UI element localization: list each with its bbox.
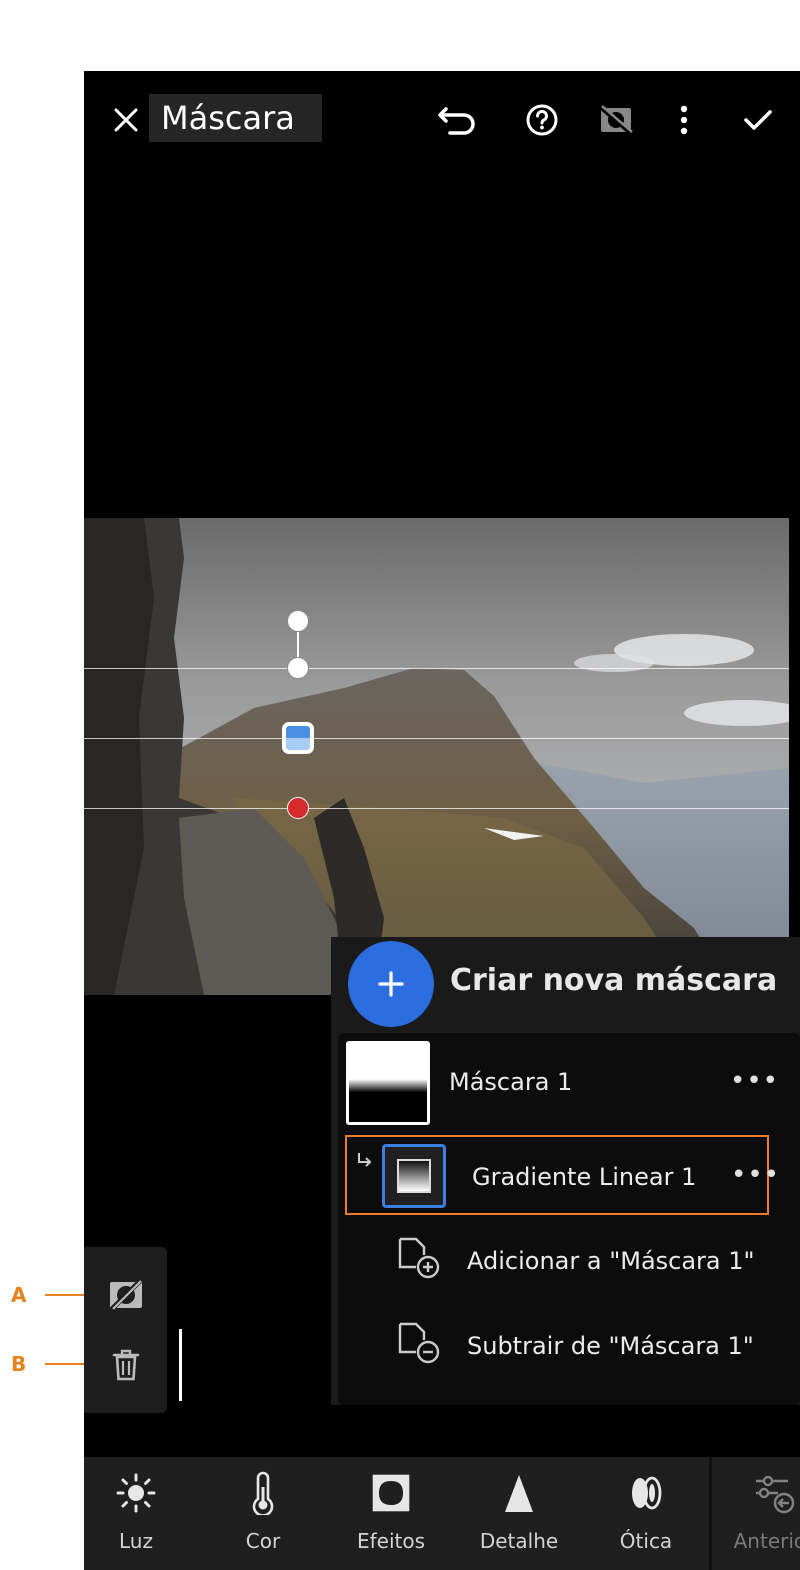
phone-screen: Máscara Criar nova máscara Máscara 1 •••… — [84, 71, 800, 1570]
hide-mask-icon[interactable] — [106, 1277, 146, 1313]
tool-label: Ótica — [619, 1529, 673, 1553]
tool-anterior[interactable]: Anterior — [724, 1457, 800, 1570]
plus-icon — [378, 971, 404, 997]
close-icon[interactable] — [104, 98, 148, 142]
create-mask-button[interactable] — [348, 941, 434, 1027]
tool-efeitos[interactable]: Efeitos — [341, 1457, 441, 1570]
tool-otica[interactable]: Ótica — [596, 1457, 696, 1570]
callout-a: A — [11, 1283, 27, 1307]
gradient-outer-line-bottom — [84, 808, 789, 809]
add-to-mask-action[interactable]: Adicionar a "Máscara 1" — [467, 1247, 755, 1275]
sun-icon — [116, 1473, 156, 1513]
add-to-mask-icon — [398, 1237, 440, 1279]
photo-canvas[interactable] — [84, 518, 789, 995]
gradient-top-handle[interactable] — [287, 657, 309, 679]
hide-overlay-icon[interactable] — [594, 98, 638, 142]
tool-label: Cor — [245, 1529, 281, 1553]
mask-side-toolbar — [84, 1247, 167, 1413]
tool-label: Detalhe — [479, 1529, 559, 1553]
thermometer-icon — [252, 1471, 274, 1515]
triangle-icon — [505, 1475, 533, 1512]
create-mask-label[interactable]: Criar nova máscara — [450, 963, 777, 998]
trash-icon[interactable] — [106, 1347, 146, 1383]
child-arrow-icon — [358, 1153, 372, 1167]
component-more-button[interactable]: ••• — [731, 1160, 780, 1190]
help-icon[interactable] — [520, 98, 564, 142]
tool-label: Luz — [119, 1529, 153, 1553]
previous-settings-icon — [756, 1475, 795, 1514]
more-vertical-icon[interactable] — [662, 98, 706, 142]
mask-more-button[interactable]: ••• — [730, 1066, 779, 1096]
tool-label: Efeitos — [356, 1529, 426, 1553]
bottom-toolbar: Luz Cor Efeitos Detalhe Ótica Anterior — [84, 1457, 800, 1570]
linear-gradient-icon — [382, 1144, 446, 1208]
tool-label: Anterior — [733, 1529, 800, 1553]
gradient-outer-line-top — [84, 668, 789, 669]
undo-icon[interactable] — [435, 98, 479, 142]
rotate-handle[interactable] — [287, 610, 309, 632]
subtract-from-mask-icon — [398, 1322, 440, 1364]
callout-b: B — [11, 1352, 27, 1376]
mask-list: Máscara 1 ••• Gradiente Linear 1 ••• Adi… — [338, 1033, 800, 1405]
component-name: Gradiente Linear 1 — [472, 1163, 697, 1191]
subtract-from-mask-action[interactable]: Subtrair de "Máscara 1" — [467, 1332, 754, 1360]
component-row-selected[interactable]: Gradiente Linear 1 ••• — [345, 1135, 779, 1215]
mask-name[interactable]: Máscara 1 — [449, 1068, 572, 1096]
vignette-icon — [372, 1474, 410, 1512]
mask-thumbnail[interactable] — [346, 1041, 430, 1125]
callout-b-line — [45, 1363, 89, 1365]
gradient-pin[interactable] — [282, 722, 314, 754]
tool-cor[interactable]: Cor — [213, 1457, 313, 1570]
callout-a-line — [45, 1294, 89, 1296]
tool-luz[interactable]: Luz — [86, 1457, 186, 1570]
page-title: Máscara — [149, 94, 322, 142]
toolbar-divider — [709, 1457, 712, 1570]
lens-icon — [632, 1476, 662, 1510]
gradient-center-line — [84, 738, 789, 739]
checkmark-icon[interactable] — [736, 98, 780, 142]
mask-panel: Criar nova máscara Máscara 1 ••• Gradien… — [331, 937, 800, 1405]
gradient-bottom-handle[interactable] — [287, 797, 309, 819]
divider — [179, 1329, 182, 1401]
tool-detalhe[interactable]: Detalhe — [469, 1457, 569, 1570]
